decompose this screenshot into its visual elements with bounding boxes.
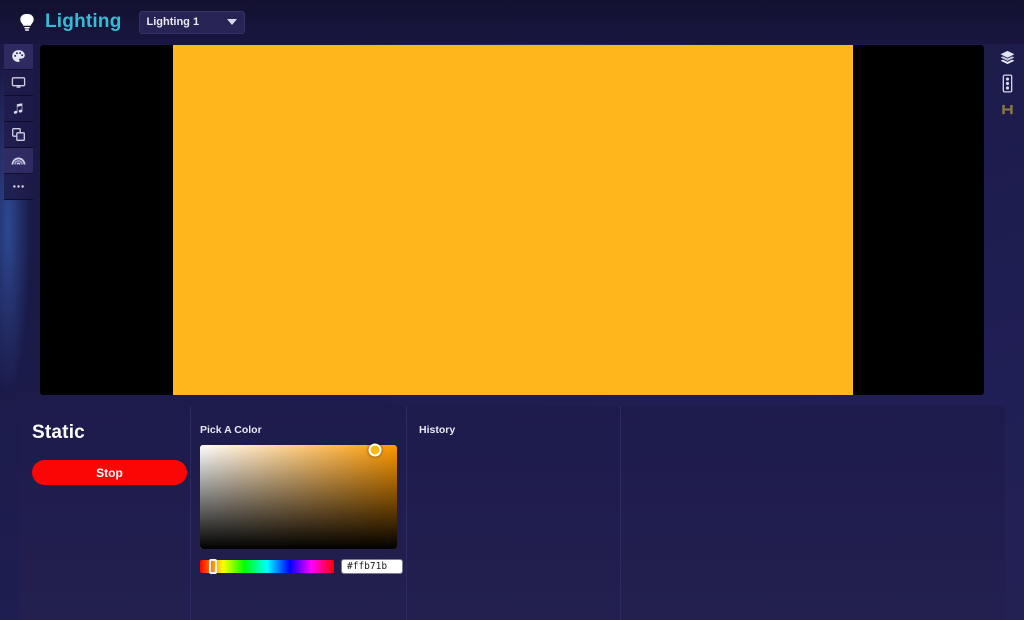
page-title: Lighting [45, 11, 122, 32]
static-effect-column: Static Stop [20, 406, 191, 620]
lighting-app-window: Lighting Lighting 1 Static Stop Pick A C… [0, 0, 1024, 620]
lighting-preview-swatch [173, 45, 853, 395]
device-strip-icon-button[interactable] [995, 73, 1019, 98]
layers-stack-icon-button[interactable] [995, 48, 1019, 71]
sidebar-item-rainbow[interactable] [4, 148, 33, 174]
copy-layers-icon [11, 127, 26, 142]
static-effect-title: Static [32, 422, 85, 443]
color-picker-knob[interactable] [368, 443, 382, 457]
lighting-preview-canvas[interactable] [40, 45, 984, 395]
device-strip-icon [1001, 73, 1014, 98]
effect-controls-panel: Static Stop Pick A Color #ffb71b History [20, 406, 1005, 620]
ellipsis-icon [11, 179, 26, 194]
sidebar-item-palette[interactable] [4, 44, 33, 70]
lightbulb-icon [18, 12, 36, 32]
saturation-value-area[interactable] [200, 443, 397, 549]
music-note-icon [11, 101, 26, 116]
layers-stack-icon [999, 49, 1016, 71]
rainbow-arc-icon [11, 153, 26, 168]
pick-a-color-title: Pick A Color [200, 424, 262, 436]
h-link-icon-button[interactable] [995, 100, 1019, 123]
lighting-profile-select[interactable]: Lighting 1 [138, 10, 245, 34]
saturation-value-gradient [200, 445, 397, 549]
app-header: Lighting Lighting 1 [0, 0, 1024, 44]
hex-color-input[interactable]: #ffb71b [341, 559, 403, 574]
sidebar-item-display[interactable] [4, 70, 33, 96]
sidebar-item-layers[interactable] [4, 122, 33, 148]
empty-panel-area [621, 406, 1005, 620]
history-column: History [407, 406, 621, 620]
lighting-profile-value: Lighting 1 [146, 16, 200, 28]
h-link-icon [1000, 102, 1015, 122]
hue-slider-knob[interactable] [209, 559, 218, 574]
black-overlay [200, 445, 397, 549]
color-picker-column: Pick A Color #ffb71b [191, 406, 407, 620]
monitor-icon [11, 75, 26, 90]
hue-slider[interactable] [200, 559, 334, 574]
hue-slider-row: #ffb71b [200, 559, 406, 574]
chevron-down-icon [226, 19, 237, 25]
palette-icon [11, 49, 26, 64]
stop-button[interactable]: Stop [32, 460, 187, 485]
sidebar-item-audio[interactable] [4, 96, 33, 122]
history-title: History [419, 424, 456, 436]
left-sidebar [4, 44, 33, 200]
sidebar-item-more[interactable] [4, 174, 33, 200]
